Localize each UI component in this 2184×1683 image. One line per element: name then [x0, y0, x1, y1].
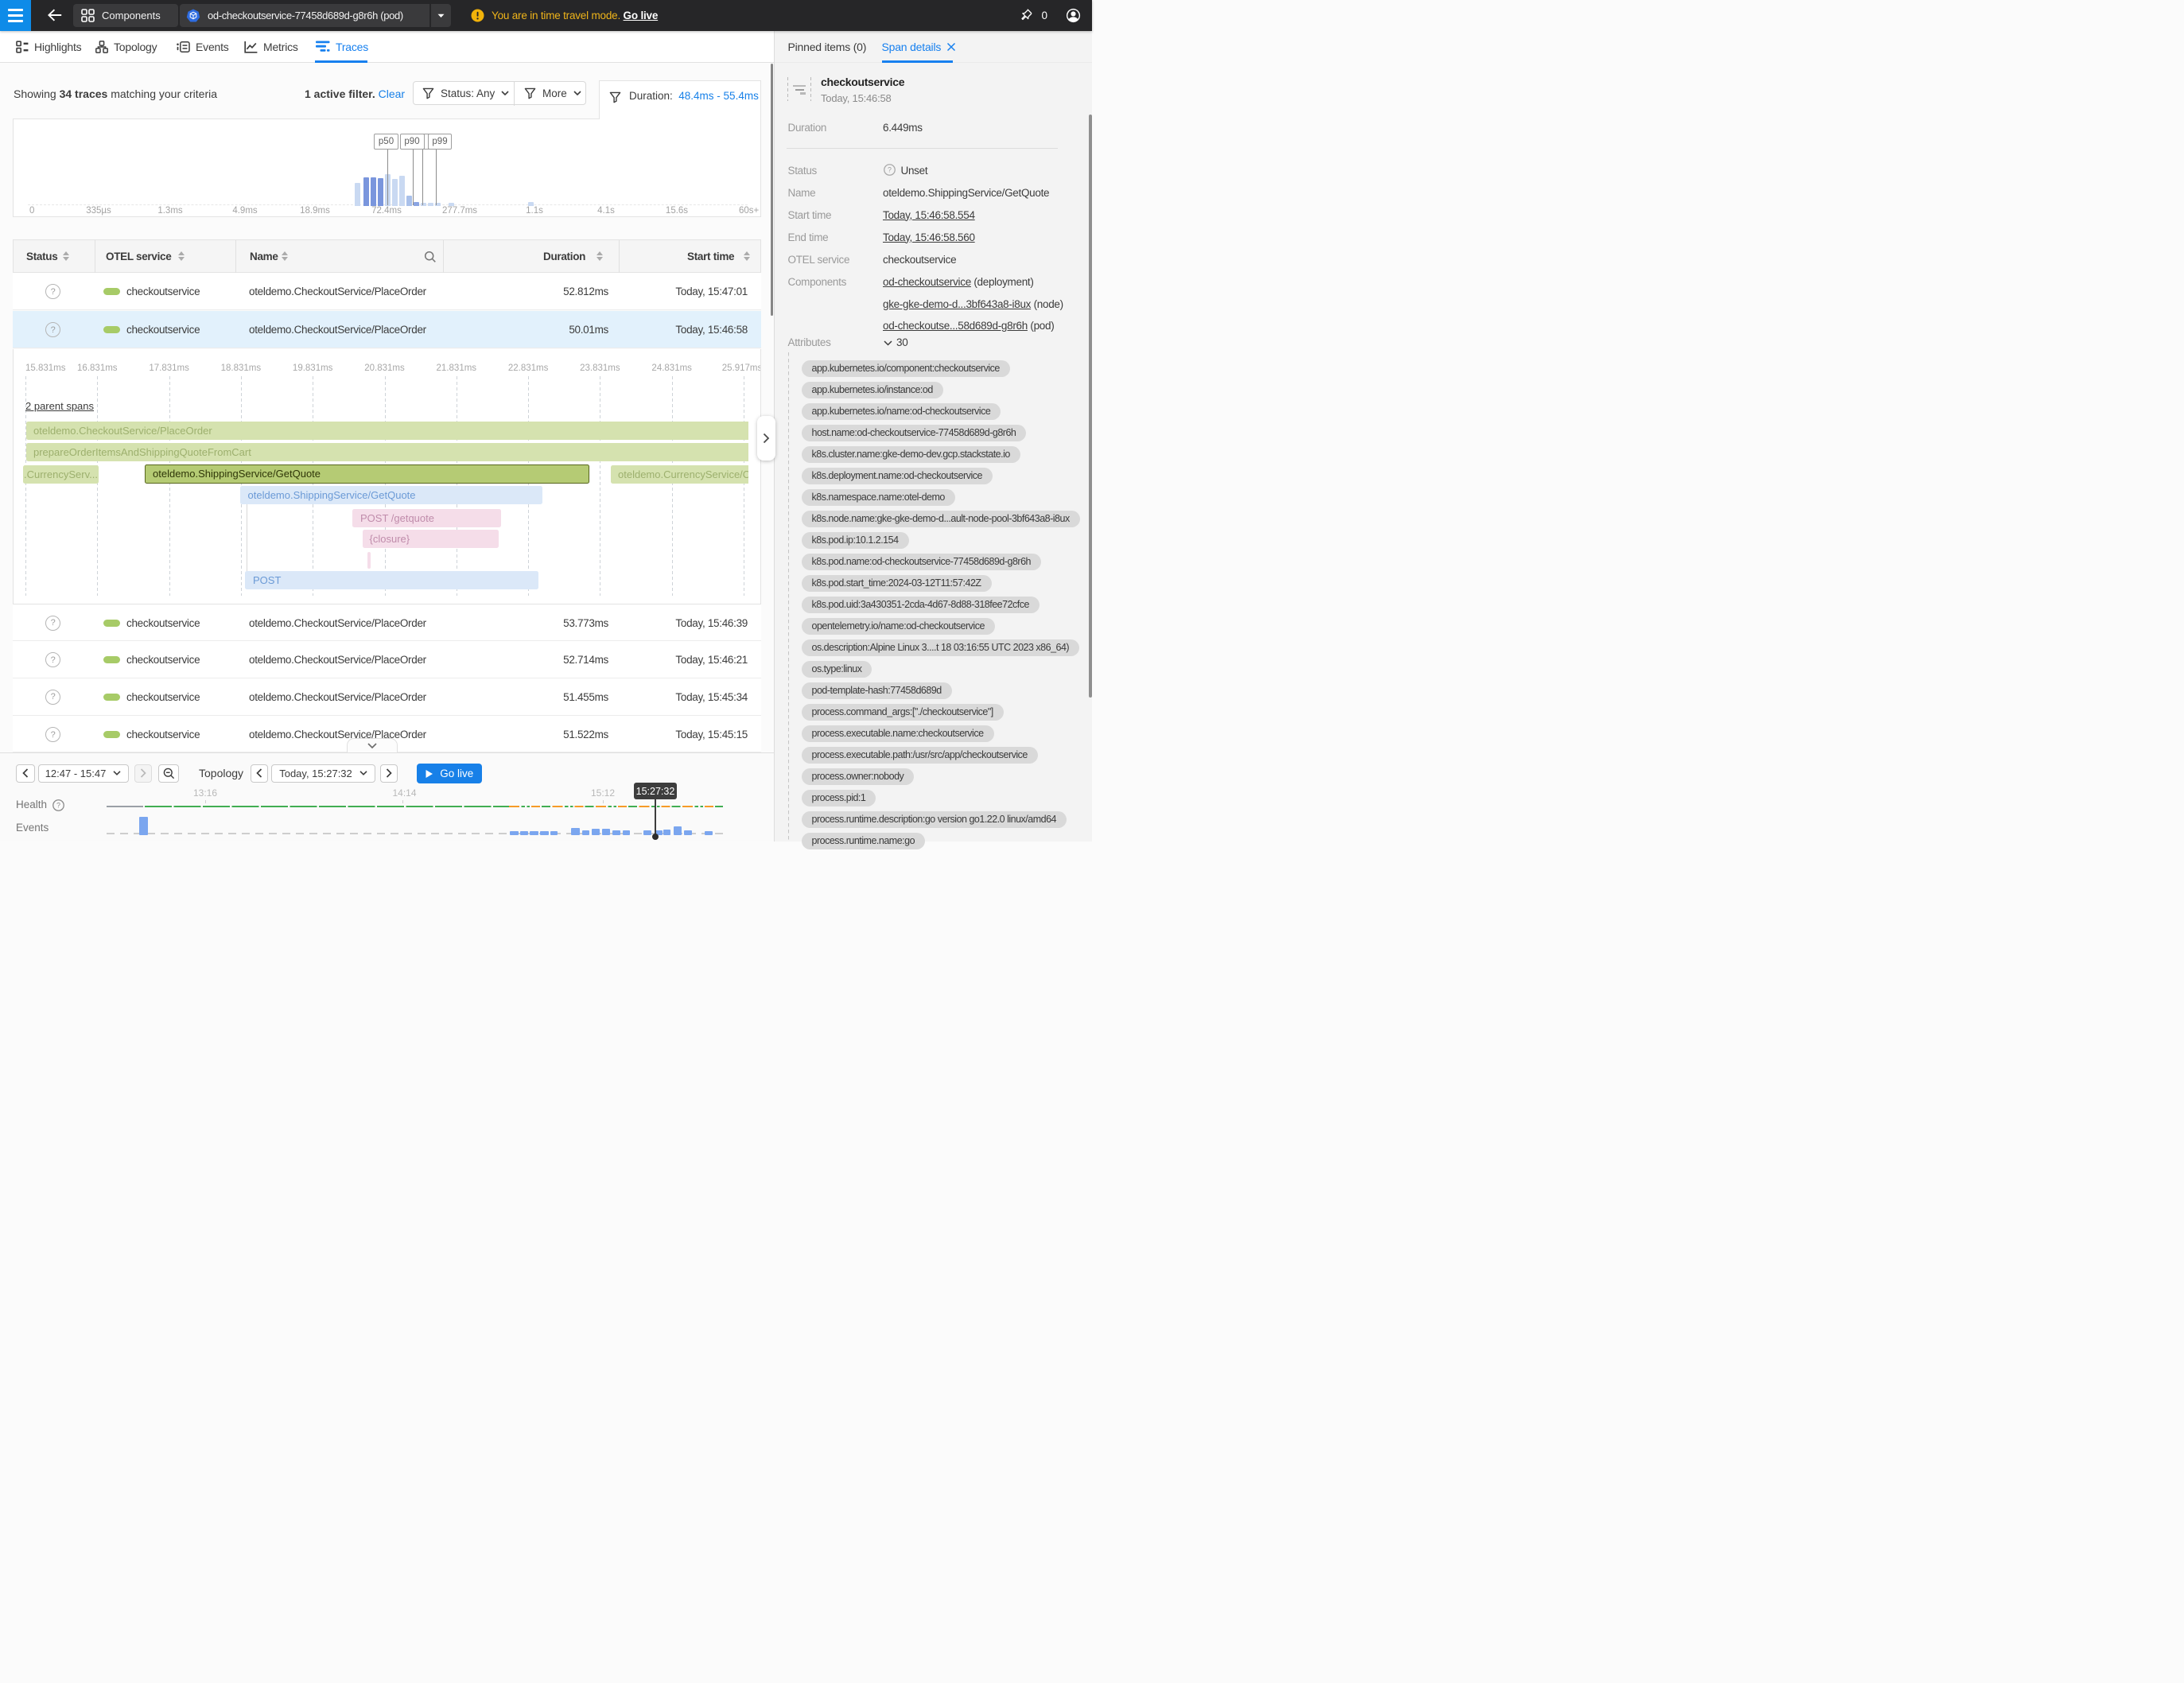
- svg-text:?: ?: [888, 165, 892, 173]
- svg-text:?: ?: [56, 802, 60, 810]
